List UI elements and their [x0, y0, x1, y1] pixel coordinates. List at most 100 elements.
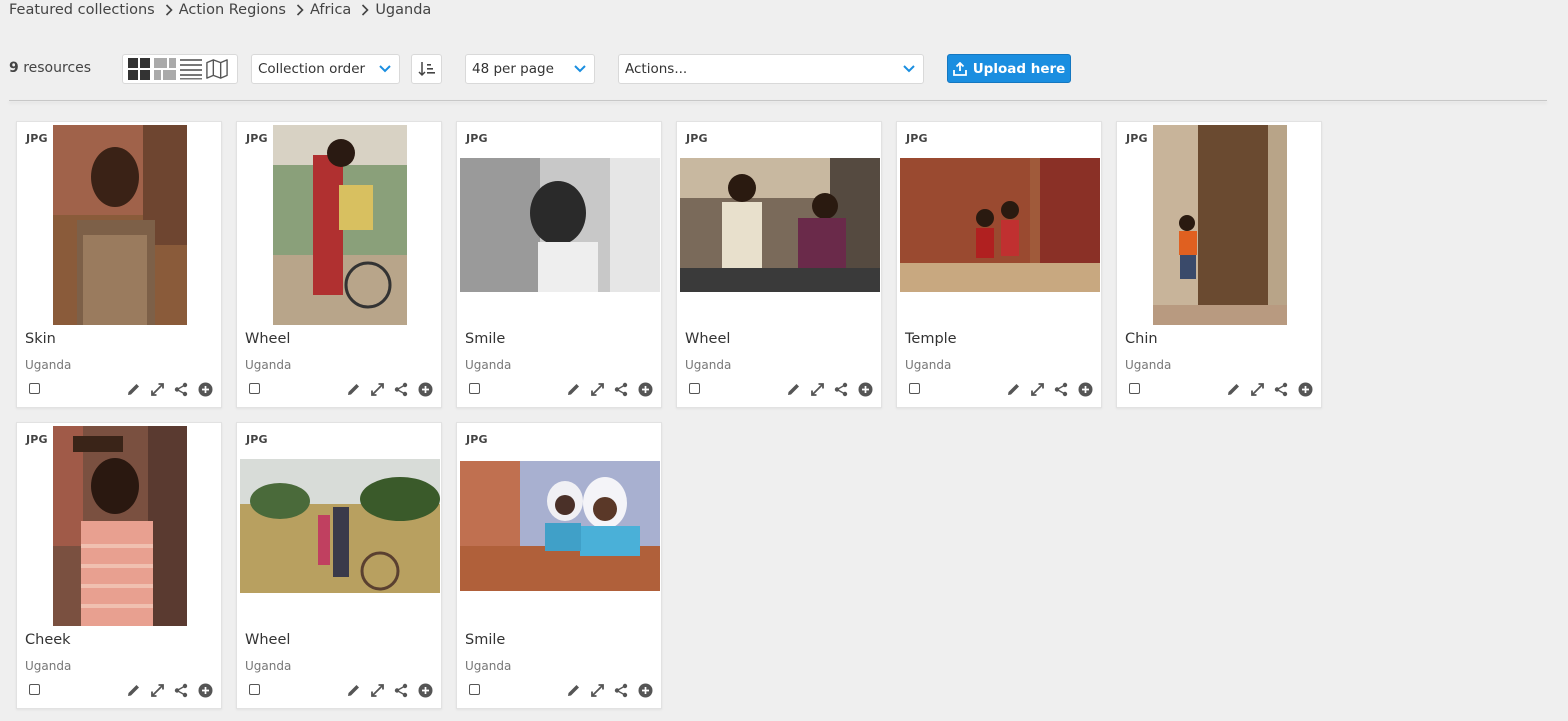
card-tools: [1005, 381, 1093, 397]
resource-count: 9 resources: [9, 60, 91, 76]
resource-thumbnail[interactable]: [680, 158, 880, 292]
breadcrumb: Featured collections Action Regions Afri…: [9, 0, 431, 20]
select-checkbox[interactable]: [469, 383, 480, 394]
fullscreen-icon[interactable]: [589, 682, 605, 698]
edit-icon[interactable]: [565, 682, 581, 698]
resource-title[interactable]: Smile: [465, 331, 505, 347]
edit-icon[interactable]: [1225, 381, 1241, 397]
share-icon[interactable]: [833, 381, 849, 397]
resource-region: Uganda: [905, 358, 952, 372]
add-icon[interactable]: [857, 381, 873, 397]
view-switcher: [122, 54, 238, 84]
add-icon[interactable]: [1077, 381, 1093, 397]
add-icon[interactable]: [637, 682, 653, 698]
breadcrumb-action-regions[interactable]: Action Regions: [179, 2, 286, 18]
resource-title[interactable]: Temple: [905, 331, 957, 347]
share-icon[interactable]: [613, 682, 629, 698]
resource-region: Uganda: [25, 659, 72, 673]
edit-icon[interactable]: [345, 682, 361, 698]
share-icon[interactable]: [173, 682, 189, 698]
resource-thumbnail[interactable]: [900, 158, 1100, 292]
resource-thumbnail[interactable]: [273, 125, 407, 325]
thumbs-large-view-icon[interactable]: [128, 58, 150, 80]
fullscreen-icon[interactable]: [589, 381, 605, 397]
resource-thumbnail[interactable]: [240, 459, 440, 593]
resource-title[interactable]: Wheel: [245, 331, 290, 347]
fullscreen-icon[interactable]: [149, 682, 165, 698]
resource-card[interactable]: JPG Cheek Uganda: [16, 422, 222, 709]
add-icon[interactable]: [1297, 381, 1313, 397]
resource-thumbnail[interactable]: [53, 125, 187, 325]
sort-order-select[interactable]: Collection order: [251, 54, 400, 84]
edit-icon[interactable]: [125, 682, 141, 698]
card-tools: [785, 381, 873, 397]
per-page-select[interactable]: 48 per page: [465, 54, 595, 84]
fullscreen-icon[interactable]: [1029, 381, 1045, 397]
resource-thumbnail[interactable]: [53, 426, 187, 626]
upload-here-button[interactable]: Upload here: [947, 54, 1071, 83]
resource-card[interactable]: JPG Smile Uganda: [456, 121, 662, 408]
select-checkbox[interactable]: [29, 383, 40, 394]
select-checkbox[interactable]: [29, 684, 40, 695]
add-icon[interactable]: [197, 682, 213, 698]
edit-icon[interactable]: [345, 381, 361, 397]
resource-region: Uganda: [465, 358, 512, 372]
fullscreen-icon[interactable]: [809, 381, 825, 397]
fullscreen-icon[interactable]: [369, 381, 385, 397]
add-icon[interactable]: [197, 381, 213, 397]
map-view-icon[interactable]: [206, 58, 228, 80]
actions-select[interactable]: Actions...: [618, 54, 924, 84]
resource-card[interactable]: JPG Skin Uganda: [16, 121, 222, 408]
resource-card[interactable]: JPG Chin Uganda: [1116, 121, 1322, 408]
breadcrumb-uganda[interactable]: Uganda: [375, 2, 431, 18]
share-icon[interactable]: [1053, 381, 1069, 397]
select-checkbox[interactable]: [909, 383, 920, 394]
edit-icon[interactable]: [125, 381, 141, 397]
resource-card[interactable]: JPG Wheel Uganda: [676, 121, 882, 408]
chevron-right-icon: [358, 2, 372, 18]
resource-title[interactable]: Skin: [25, 331, 56, 347]
resource-title[interactable]: Chin: [1125, 331, 1158, 347]
resource-thumbnail[interactable]: [460, 158, 660, 292]
card-tools: [125, 381, 213, 397]
resource-card[interactable]: JPG Wheel Uganda: [236, 422, 442, 709]
resource-title[interactable]: Wheel: [245, 632, 290, 648]
share-icon[interactable]: [393, 682, 409, 698]
edit-icon[interactable]: [785, 381, 801, 397]
list-view-icon[interactable]: [180, 58, 202, 80]
edit-icon[interactable]: [1005, 381, 1021, 397]
share-icon[interactable]: [1273, 381, 1289, 397]
add-icon[interactable]: [417, 381, 433, 397]
edit-icon[interactable]: [565, 381, 581, 397]
sort-direction-button[interactable]: [411, 54, 442, 84]
resource-card[interactable]: JPG Temple Uganda: [896, 121, 1102, 408]
select-checkbox[interactable]: [249, 684, 260, 695]
resource-thumbnail[interactable]: [1153, 125, 1287, 325]
select-checkbox[interactable]: [469, 684, 480, 695]
file-type-badge: JPG: [246, 433, 268, 446]
resource-card[interactable]: JPG Smile Uganda: [456, 422, 662, 709]
share-icon[interactable]: [173, 381, 189, 397]
card-tools: [345, 381, 433, 397]
fullscreen-icon[interactable]: [369, 682, 385, 698]
breadcrumb-africa[interactable]: Africa: [310, 2, 351, 18]
fullscreen-icon[interactable]: [1249, 381, 1265, 397]
resource-title[interactable]: Cheek: [25, 632, 71, 648]
select-checkbox[interactable]: [1129, 383, 1140, 394]
toolbar: 9 resources Collection order 48 per page…: [0, 53, 1568, 85]
thumbs-xlarge-view-icon[interactable]: [154, 58, 176, 80]
file-type-badge: JPG: [26, 132, 48, 145]
select-checkbox[interactable]: [249, 383, 260, 394]
resource-thumbnail[interactable]: [460, 461, 660, 591]
share-icon[interactable]: [613, 381, 629, 397]
breadcrumb-featured-collections[interactable]: Featured collections: [9, 2, 155, 18]
add-icon[interactable]: [637, 381, 653, 397]
fullscreen-icon[interactable]: [149, 381, 165, 397]
resource-card[interactable]: JPG Wheel Uganda: [236, 121, 442, 408]
select-checkbox[interactable]: [689, 383, 700, 394]
share-icon[interactable]: [393, 381, 409, 397]
add-icon[interactable]: [417, 682, 433, 698]
resource-region: Uganda: [245, 659, 292, 673]
resource-title[interactable]: Smile: [465, 632, 505, 648]
resource-title[interactable]: Wheel: [685, 331, 730, 347]
